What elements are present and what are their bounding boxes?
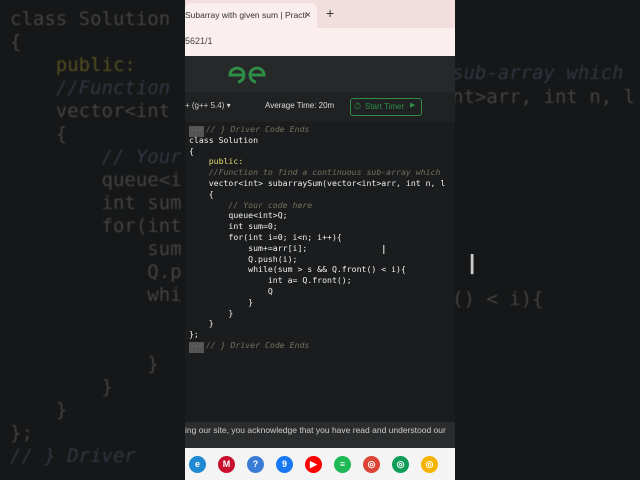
fold-marker[interactable]: ··· (189, 342, 204, 353)
code-line: } (189, 297, 253, 308)
code-line: Q.push(i); (189, 254, 297, 265)
cookie-notice-text: ing our site, you acknowledge that you h… (185, 425, 446, 435)
code-line-text: Q.push(i); (189, 253, 298, 264)
code-line: } (189, 308, 233, 319)
code-line-text: sum+=arr[i]; (189, 242, 308, 253)
code-line-text: int a= Q.front(); (189, 275, 352, 286)
play-icon: ▶ (410, 102, 416, 109)
code-line: //Function to find a continuous sub-arra… (189, 167, 441, 178)
mcafee-icon[interactable]: M (218, 456, 235, 473)
code-line-text: int sum=0; (189, 221, 278, 232)
background-dim-right (455, 0, 640, 480)
spotify-icon[interactable]: ≡ (334, 456, 351, 473)
code-line: } (189, 318, 214, 329)
code-line: for(int i=0; i<n; i++){ (189, 232, 342, 243)
code-line-text: Q (189, 286, 273, 296)
code-line: int sum=0; (189, 221, 278, 232)
chrome-icon-2[interactable]: ◎ (392, 456, 409, 473)
code-line: { (189, 189, 214, 200)
editor-toolbar: + (g++ 5.4) ▾ Average Time: 20m ⏱ Start … (185, 92, 455, 123)
youtube-icon[interactable]: ▶ (305, 456, 322, 473)
messenger-icon[interactable]: 9 (276, 456, 293, 473)
code-editor[interactable]: ···// } Driver Code Ends class Solution{ … (185, 122, 455, 422)
code-line: }; (189, 329, 199, 340)
start-timer-button[interactable]: ⏱ Start Timer ▶ (350, 98, 422, 116)
code-line-text: } (189, 307, 234, 318)
code-line: class Solution (189, 135, 258, 146)
code-line-text: // Your code here (189, 199, 313, 210)
code-line-text: while(sum > s && Q.front() < i){ (189, 264, 406, 275)
code-line-text: //Function to find a continuous sub-arra… (189, 167, 441, 178)
code-line: while(sum > s && Q.front() < i){ (189, 264, 406, 275)
language-label: + (g++ 5.4) (185, 101, 225, 110)
mouse-text-cursor-icon: I (382, 243, 386, 257)
close-tab-icon[interactable]: × (305, 3, 311, 28)
code-line: int a= Q.front(); (189, 275, 352, 286)
tab-title: Subarray with given sum | Practi (185, 10, 307, 20)
address-bar[interactable]: 5621/1 (185, 28, 455, 57)
geeksforgeeks-logo[interactable] (225, 65, 269, 85)
code-line-text: public: (189, 156, 244, 167)
code-line: { (189, 146, 194, 157)
site-header (185, 56, 455, 92)
code-line: Q (189, 286, 273, 297)
chrome-icon-3[interactable]: ◎ (421, 456, 438, 473)
code-line-text: class Solution (189, 134, 259, 145)
chrome-icon[interactable]: ◎ (363, 456, 380, 473)
code-line-text: vector<int> subarraySum(vector<int>arr, … (189, 178, 446, 188)
cookie-notice: ing our site, you acknowledge that you h… (185, 422, 455, 448)
code-line-text: queue<int>Q; (189, 210, 288, 221)
browser-tab[interactable]: Subarray with given sum | Practi × (185, 3, 317, 28)
code-line-text: // } Driver Code Ends (205, 124, 310, 134)
taskbar: e M? 9 ▶ ≡ ◎ ◎ ◎ (185, 448, 455, 480)
code-line: // Your code here (189, 200, 312, 211)
code-line-text: } (189, 296, 254, 307)
code-line: queue<int>Q; (189, 210, 288, 221)
tab-bar: Subarray with given sum | Practi × + (185, 0, 455, 28)
url-text: 5621/1 (185, 36, 213, 46)
code-line-text: for(int i=0; i<n; i++){ (189, 232, 342, 242)
copilot-icon[interactable]: ? (247, 456, 264, 473)
code-line-text: }; (189, 329, 199, 340)
start-timer-label: Start Timer (365, 102, 405, 111)
background-dim-left (0, 0, 185, 480)
code-line: ···// } Driver Code Ends (189, 340, 309, 353)
code-line: sum+=arr[i]; (189, 243, 307, 254)
code-line-text: { (189, 188, 214, 199)
code-line-text: } (189, 318, 214, 329)
browser-window: Subarray with given sum | Practi × + 562… (185, 0, 455, 480)
code-line-text: { (189, 145, 194, 156)
code-line: vector<int> subarraySum(vector<int>arr, … (189, 178, 446, 189)
edge-icon[interactable]: e (189, 456, 206, 473)
new-tab-button[interactable]: + (326, 5, 334, 21)
code-line: public: (189, 156, 244, 167)
average-time: Average Time: 20m (265, 101, 335, 110)
chevron-down-icon: ▾ (226, 101, 231, 110)
language-select[interactable]: + (g++ 5.4) ▾ (185, 101, 231, 110)
stopwatch-icon: ⏱ (354, 101, 362, 111)
code-line-text: // } Driver Code Ends (205, 340, 310, 350)
text-cursor-icon: I (468, 248, 477, 281)
